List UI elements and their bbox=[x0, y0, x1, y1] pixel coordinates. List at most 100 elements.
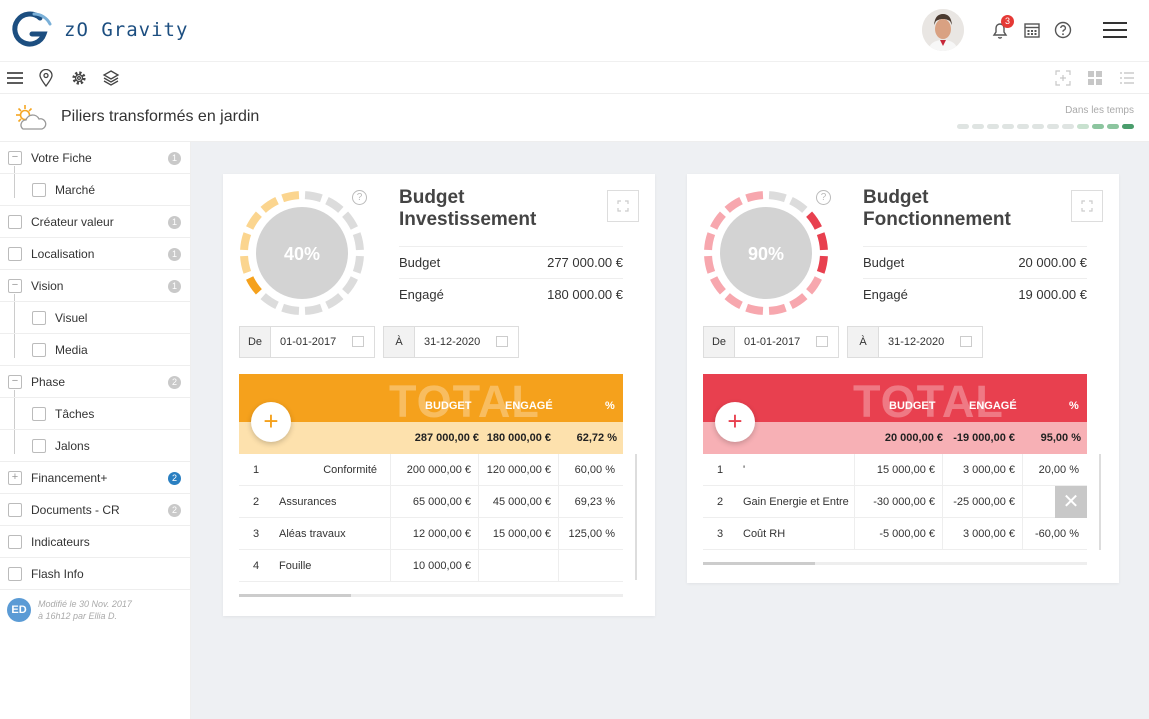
checkbox[interactable] bbox=[32, 407, 46, 421]
row-label[interactable]: Fouille bbox=[279, 550, 311, 582]
help-icon[interactable]: ? bbox=[816, 190, 831, 205]
expand-icon[interactable] bbox=[1071, 190, 1103, 222]
collapse-icon[interactable]: − bbox=[8, 151, 22, 165]
help-icon[interactable]: ? bbox=[352, 190, 367, 205]
horizontal-scrollbar[interactable] bbox=[703, 562, 1087, 565]
row-label[interactable]: Coût RH bbox=[743, 518, 785, 550]
collapse-icon[interactable]: − bbox=[8, 375, 22, 389]
row-engage[interactable]: 45 000,00 € bbox=[483, 486, 551, 518]
sidebar-item[interactable]: Marché bbox=[0, 174, 190, 206]
row-budget[interactable]: 200 000,00 € bbox=[395, 454, 471, 486]
table-row[interactable]: 3 Aléas travaux 12 000,00 € 15 000,00 € 125,… bbox=[239, 518, 623, 550]
table-row[interactable]: 4 Fouille 10 000,00 € bbox=[239, 550, 623, 582]
row-budget[interactable]: 12 000,00 € bbox=[395, 518, 471, 550]
row-label[interactable]: Gain Energie et Entre bbox=[743, 486, 849, 518]
sidebar-item[interactable]: Media bbox=[0, 334, 190, 366]
calendar-icon[interactable] bbox=[816, 336, 828, 347]
sidebar-item[interactable]: Localisation 1 bbox=[0, 238, 190, 270]
list-view-icon[interactable] bbox=[1119, 70, 1135, 86]
date-from-field[interactable]: De 01-01-2017 bbox=[703, 326, 839, 358]
column-header[interactable]: % bbox=[1069, 400, 1079, 412]
checkbox[interactable] bbox=[32, 343, 46, 357]
checkbox[interactable] bbox=[8, 567, 22, 581]
vertical-scrollbar[interactable] bbox=[635, 454, 637, 580]
calendar-icon[interactable] bbox=[1020, 18, 1044, 42]
column-header[interactable]: % bbox=[605, 400, 615, 412]
schedule-progress-bar bbox=[957, 124, 1134, 129]
sidebar-item[interactable]: Indicateurs bbox=[0, 526, 190, 558]
sidebar-item[interactable]: Tâches bbox=[0, 398, 190, 430]
column-header[interactable]: BUDGET bbox=[425, 400, 471, 412]
checkbox[interactable] bbox=[32, 439, 46, 453]
date-from-field[interactable]: De 01-01-2017 bbox=[239, 326, 375, 358]
sidebar-item[interactable]: − Phase 2 bbox=[0, 366, 190, 398]
sidebar-item[interactable]: + Financement+ 2 bbox=[0, 462, 190, 494]
row-label[interactable]: Aléas travaux bbox=[279, 518, 346, 550]
checkbox[interactable] bbox=[8, 215, 22, 229]
help-icon[interactable] bbox=[1051, 18, 1075, 42]
sidebar-item[interactable]: − Vision 1 bbox=[0, 270, 190, 302]
sidebar-item[interactable]: − Votre Fiche 1 bbox=[0, 142, 190, 174]
table-row[interactable]: 3 Coût RH -5 000,00 € 3 000,00 € -60,00 % bbox=[703, 518, 1087, 550]
vertical-scrollbar[interactable] bbox=[1099, 454, 1101, 550]
sidebar-item[interactable]: Flash Info bbox=[0, 558, 190, 590]
delete-row-button[interactable]: ✕ bbox=[1055, 486, 1087, 518]
sidebar-item[interactable]: Visuel bbox=[0, 302, 190, 334]
scrollbar-thumb[interactable] bbox=[703, 562, 815, 565]
scrollbar-thumb[interactable] bbox=[239, 594, 351, 597]
checkbox[interactable] bbox=[8, 535, 22, 549]
layers-icon[interactable] bbox=[102, 69, 120, 87]
row-label[interactable]: Assurances bbox=[279, 486, 336, 518]
row-engage[interactable]: 3 000,00 € bbox=[947, 518, 1015, 550]
calendar-icon[interactable] bbox=[960, 336, 972, 347]
column-header[interactable]: ENGAGÉ bbox=[505, 400, 553, 412]
budget-table: TOTAL BUDGET ENGAGÉ% 20 000,00 € -19 000,00 … bbox=[703, 374, 1087, 550]
calendar-icon[interactable] bbox=[496, 336, 508, 347]
expand-icon[interactable]: + bbox=[8, 471, 22, 485]
row-engage[interactable]: 120 000,00 € bbox=[483, 454, 551, 486]
user-avatar[interactable] bbox=[922, 9, 964, 51]
checkbox[interactable] bbox=[8, 247, 22, 261]
sidebar-item[interactable]: Créateur valeur 1 bbox=[0, 206, 190, 238]
hamburger-icon[interactable] bbox=[6, 70, 24, 86]
row-engage[interactable]: -25 000,00 € bbox=[947, 486, 1015, 518]
location-pin-icon[interactable] bbox=[39, 69, 53, 87]
grid-view-icon[interactable] bbox=[1087, 70, 1103, 86]
row-budget[interactable]: -5 000,00 € bbox=[859, 518, 935, 550]
row-label[interactable]: Conformité bbox=[287, 454, 377, 486]
column-header[interactable]: ENGAGÉ bbox=[969, 400, 1017, 412]
row-budget[interactable]: 65 000,00 € bbox=[395, 486, 471, 518]
calendar-icon[interactable] bbox=[352, 336, 364, 347]
row-engage[interactable]: 3 000,00 € bbox=[947, 454, 1015, 486]
add-row-button[interactable]: + bbox=[251, 402, 291, 442]
row-engage[interactable]: 15 000,00 € bbox=[483, 518, 551, 550]
add-widget-icon[interactable] bbox=[1055, 70, 1071, 86]
checkbox[interactable] bbox=[32, 311, 46, 325]
table-row[interactable]: 1 ' 15 000,00 € 3 000,00 € 20,00 % bbox=[703, 454, 1087, 486]
main-menu-icon[interactable] bbox=[1100, 18, 1130, 42]
sidebar-item[interactable]: Jalons bbox=[0, 430, 190, 462]
app-logo-icon[interactable] bbox=[10, 10, 54, 50]
add-row-button[interactable]: + bbox=[715, 402, 755, 442]
cell-divider bbox=[478, 550, 479, 582]
budget-gauge: 40% bbox=[240, 191, 364, 315]
table-row[interactable]: 2 Assurances 65 000,00 € 45 000,00 € 69,23 % bbox=[239, 486, 623, 518]
gear-icon[interactable] bbox=[70, 69, 88, 87]
row-budget[interactable]: -30 000,00 € bbox=[859, 486, 935, 518]
gauge-segment bbox=[240, 255, 252, 274]
sidebar-item[interactable]: Documents - CR 2 bbox=[0, 494, 190, 526]
date-to-field[interactable]: À 31-12-2020 bbox=[383, 326, 519, 358]
row-budget[interactable]: 15 000,00 € bbox=[859, 454, 935, 486]
date-to-field[interactable]: À 31-12-2020 bbox=[847, 326, 983, 358]
checkbox[interactable] bbox=[32, 183, 46, 197]
row-budget[interactable]: 10 000,00 € bbox=[395, 550, 471, 582]
expand-icon[interactable] bbox=[607, 190, 639, 222]
row-label[interactable]: ' bbox=[743, 454, 745, 486]
sidebar-item-count: 1 bbox=[168, 280, 181, 293]
table-row[interactable]: 2 Gain Energie et Entre -30 000,00 € -25 00… bbox=[703, 486, 1087, 518]
table-row[interactable]: 1 Conformité 200 000,00 € 120 000,00 € 60,00… bbox=[239, 454, 623, 486]
collapse-icon[interactable]: − bbox=[8, 279, 22, 293]
horizontal-scrollbar[interactable] bbox=[239, 594, 623, 597]
checkbox[interactable] bbox=[8, 503, 22, 517]
column-header[interactable]: BUDGET bbox=[889, 400, 935, 412]
